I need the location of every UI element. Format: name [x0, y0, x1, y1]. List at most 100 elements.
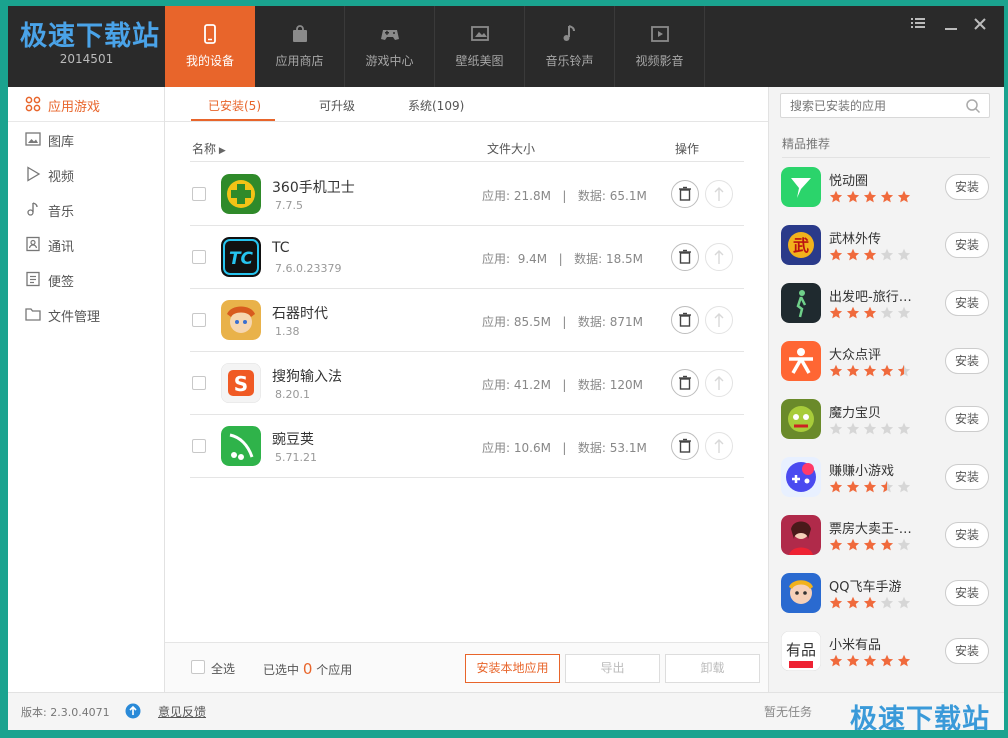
tab-upgradable[interactable]: 可升级	[319, 97, 355, 114]
search-icon[interactable]	[965, 98, 981, 114]
row-checkbox[interactable]	[192, 439, 206, 453]
tab-app-store[interactable]: 应用商店	[255, 6, 345, 87]
install-button[interactable]: 安装	[945, 348, 989, 374]
recommend-item[interactable]: 魔力宝贝 安装	[781, 399, 993, 457]
upgrade-button[interactable]	[705, 306, 733, 334]
app-version: 8.20.1	[275, 388, 310, 401]
export-button[interactable]: 导出	[565, 654, 660, 683]
app-version: 7.6.0.23379	[275, 262, 342, 275]
app-size: 应用: 85.5M | 数据: 871M	[482, 315, 644, 329]
recommend-name: 魔力宝贝	[829, 406, 882, 421]
tab-wallpaper[interactable]: 壁纸美图	[435, 6, 525, 87]
arrow-up-icon	[714, 376, 724, 390]
version-text: 版本: 2.3.0.4071	[21, 706, 110, 719]
sidebar-item-apps-games[interactable]: 应用游戏	[8, 87, 164, 122]
360-security-icon	[221, 174, 261, 214]
close-icon[interactable]	[970, 14, 990, 34]
uninstall-button[interactable]	[671, 180, 699, 208]
upgrade-button[interactable]	[705, 180, 733, 208]
sidebar-item-file-manager[interactable]: 文件管理	[8, 297, 164, 332]
recommend-item[interactable]: 悦动圈 安装	[781, 167, 993, 225]
app-version: 1.38	[275, 325, 300, 338]
app-size: 应用: 10.6M | 数据: 53.1M	[482, 441, 647, 455]
recommend-item[interactable]: 武 武林外传 安装	[781, 225, 993, 283]
status-bar: 版本: 2.3.0.4071 意见反馈 暂无任务 极速下载站	[8, 692, 1004, 730]
feedback-link[interactable]: 意见反馈	[158, 703, 206, 720]
app-size: 应用: 21.8M | 数据: 65.1M	[482, 189, 647, 203]
arrow-up-icon	[714, 250, 724, 264]
sidebar-item-contacts[interactable]: 通讯	[8, 227, 164, 262]
trash-icon	[679, 438, 691, 453]
install-button[interactable]: 安装	[945, 406, 989, 432]
upgrade-button[interactable]	[705, 369, 733, 397]
rating-stars	[829, 306, 911, 319]
uninstall-selected-button[interactable]: 卸载	[665, 654, 760, 683]
tab-system[interactable]: 系统(109)	[408, 97, 464, 114]
recommend-title: 精品推荐	[782, 137, 831, 151]
sidebar-item-gallery[interactable]: 图库	[8, 122, 164, 157]
minimize-icon[interactable]	[941, 14, 961, 34]
column-name-header[interactable]: 名称 ▶	[192, 140, 226, 157]
recommend-item[interactable]: 大众点评 安装	[781, 341, 993, 399]
uninstall-button[interactable]	[671, 306, 699, 334]
recommend-item[interactable]: 赚赚小游戏 安装	[781, 457, 993, 515]
rating-stars	[829, 190, 911, 203]
uninstall-button[interactable]	[671, 369, 699, 397]
rating-stars	[829, 364, 911, 377]
row-checkbox[interactable]	[192, 250, 206, 264]
tab-label: 视频影音	[635, 54, 684, 68]
trash-icon	[679, 249, 691, 264]
install-button[interactable]: 安装	[945, 580, 989, 606]
arrow-up-icon	[714, 313, 724, 327]
table-header: 名称 ▶ 文件大小 操作	[190, 132, 744, 162]
phone-icon	[204, 24, 216, 44]
select-all-checkbox[interactable]	[191, 660, 205, 674]
uninstall-button[interactable]	[671, 243, 699, 271]
sogou-input-icon: S	[221, 363, 261, 403]
sidebar-item-video[interactable]: 视频	[8, 157, 164, 192]
row-checkbox[interactable]	[192, 376, 206, 390]
sidebar-item-notes[interactable]: 便签	[8, 262, 164, 297]
recommend-panel: 精品推荐 悦动圈 安装 武 武林外传 安装 出发吧-旅行… 安装 大众点评 安装	[768, 87, 1004, 692]
select-all-label[interactable]: 全选	[211, 660, 235, 677]
menu-icon[interactable]	[908, 14, 928, 34]
upgrade-button[interactable]	[705, 432, 733, 460]
install-button[interactable]: 安装	[945, 232, 989, 258]
table-row: 360手机卫士 7.7.5 应用: 21.8M | 数据: 65.1M	[190, 163, 744, 226]
upgrade-button[interactable]	[705, 243, 733, 271]
selected-count-text: 已选中 0 个应用	[263, 660, 353, 678]
row-checkbox[interactable]	[192, 187, 206, 201]
install-button[interactable]: 安装	[945, 174, 989, 200]
tab-game-center[interactable]: 游戏中心	[345, 6, 435, 87]
install-button[interactable]: 安装	[945, 290, 989, 316]
tc-icon: TC	[221, 237, 261, 277]
app-version: 7.7.5	[275, 199, 303, 212]
install-local-app-button[interactable]: 安装本地应用	[465, 654, 560, 683]
tab-installed[interactable]: 已安装(5)	[208, 97, 261, 114]
recommend-item[interactable]: 票房大卖王-… 安装	[781, 515, 993, 573]
recommend-name: 小米有品	[829, 638, 882, 653]
recommend-name: QQ飞车手游	[829, 580, 902, 595]
apps-grid-icon	[25, 96, 41, 112]
recommend-item[interactable]: 有品 小米有品 安装	[781, 631, 993, 689]
install-button[interactable]: 安装	[945, 638, 989, 664]
tab-video[interactable]: 视频影音	[615, 6, 705, 87]
tab-my-device[interactable]: 我的设备	[165, 6, 255, 87]
row-checkbox[interactable]	[192, 313, 206, 327]
install-button[interactable]: 安装	[945, 522, 989, 548]
svg-text:有品: 有品	[786, 641, 816, 659]
star-icon	[863, 480, 877, 493]
star-icon	[829, 306, 843, 319]
star-icon	[863, 596, 877, 609]
star-icon	[880, 248, 894, 261]
sidebar-item-music[interactable]: 音乐	[8, 192, 164, 227]
recommend-item[interactable]: 出发吧-旅行… 安装	[781, 283, 993, 341]
tab-music-ringtone[interactable]: 音乐铃声	[525, 6, 615, 87]
recommend-item[interactable]: QQ飞车手游 安装	[781, 573, 993, 631]
uninstall-button[interactable]	[671, 432, 699, 460]
rating-stars	[829, 596, 911, 609]
search-input[interactable]	[790, 97, 950, 115]
update-arrow-icon[interactable]	[125, 703, 141, 719]
gamepad-icon	[381, 30, 399, 40]
install-button[interactable]: 安装	[945, 464, 989, 490]
